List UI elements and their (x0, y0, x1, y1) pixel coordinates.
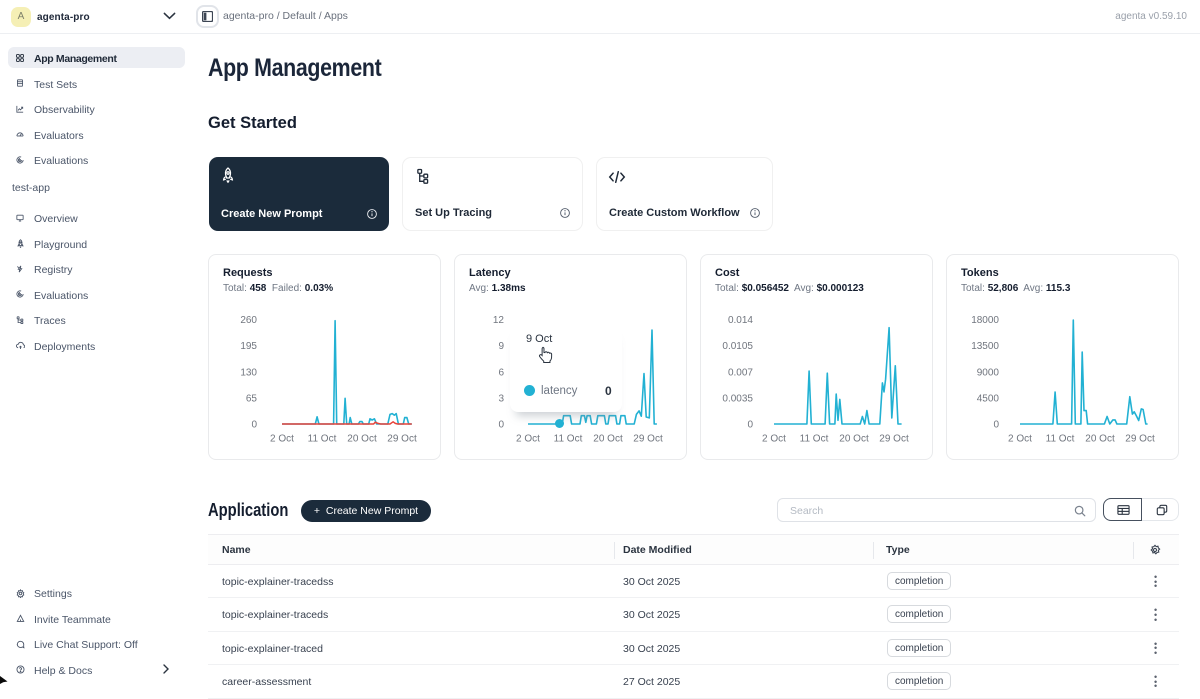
svg-text:195: 195 (240, 341, 257, 352)
svg-text:11 Oct: 11 Oct (800, 434, 829, 445)
svg-text:0.007: 0.007 (728, 367, 753, 378)
svg-text:29 Oct: 29 Oct (387, 434, 417, 445)
svg-text:2 Oct: 2 Oct (270, 434, 294, 445)
svg-text:260: 260 (240, 315, 257, 326)
svg-text:29 Oct: 29 Oct (633, 434, 663, 445)
svg-text:0: 0 (498, 420, 504, 431)
svg-text:0.0035: 0.0035 (722, 394, 753, 405)
svg-text:18000: 18000 (971, 315, 999, 326)
svg-text:29 Oct: 29 Oct (879, 434, 909, 445)
svg-text:20 Oct: 20 Oct (839, 434, 869, 445)
svg-text:20 Oct: 20 Oct (1085, 434, 1115, 445)
svg-text:3: 3 (498, 394, 504, 405)
svg-text:4500: 4500 (977, 394, 1000, 405)
svg-text:2 Oct: 2 Oct (1008, 434, 1032, 445)
svg-text:130: 130 (240, 367, 257, 378)
svg-text:0.014: 0.014 (728, 315, 753, 326)
svg-text:13500: 13500 (971, 341, 999, 352)
svg-text:2 Oct: 2 Oct (762, 434, 786, 445)
svg-text:65: 65 (246, 394, 258, 405)
svg-text:6: 6 (498, 367, 504, 378)
svg-text:0: 0 (251, 420, 257, 431)
svg-text:11 Oct: 11 Oct (308, 434, 337, 445)
svg-text:11 Oct: 11 Oct (554, 434, 583, 445)
svg-text:9: 9 (498, 341, 504, 352)
svg-text:11 Oct: 11 Oct (1046, 434, 1075, 445)
svg-text:20 Oct: 20 Oct (593, 434, 623, 445)
svg-text:0: 0 (747, 420, 753, 431)
svg-text:12: 12 (493, 315, 505, 326)
svg-text:29 Oct: 29 Oct (1125, 434, 1155, 445)
svg-text:20 Oct: 20 Oct (347, 434, 377, 445)
svg-text:0.0105: 0.0105 (722, 341, 753, 352)
svg-text:9000: 9000 (977, 367, 1000, 378)
svg-text:2 Oct: 2 Oct (516, 434, 540, 445)
svg-text:0: 0 (993, 420, 999, 431)
